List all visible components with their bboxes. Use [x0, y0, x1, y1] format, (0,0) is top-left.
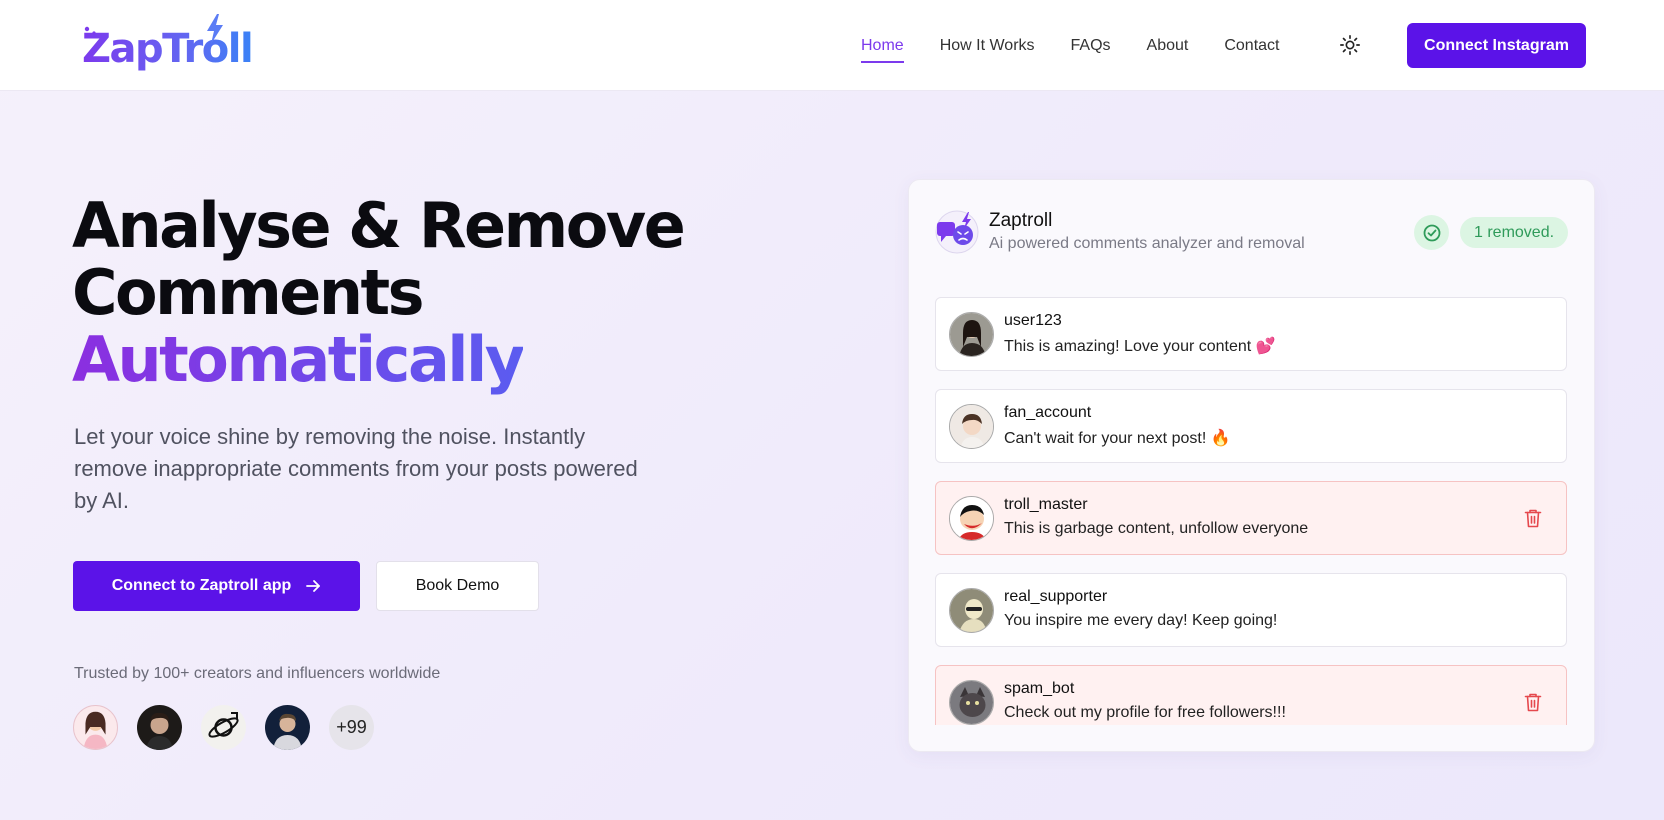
avatar — [949, 312, 994, 357]
sun-icon[interactable] — [1339, 34, 1361, 56]
sparkle-dots-icon — [84, 26, 96, 35]
comments-analyzer-card: Zaptroll Ai powered comments analyzer an… — [908, 179, 1595, 752]
nav-link-contact[interactable]: Contact — [1224, 29, 1279, 63]
comment-text: You inspire me every day! Keep going! — [1004, 612, 1278, 629]
trusted-text: Trusted by 100+ creators and influencers… — [74, 665, 441, 682]
comment-text: This is amazing! Love your content 💕 — [1004, 338, 1276, 355]
comment-username: troll_master — [1004, 496, 1088, 513]
nav-links: Home How It Works FAQs About Contact — [861, 0, 1315, 91]
avatar — [201, 705, 246, 750]
comment-text: Can't wait for your next post! 🔥 — [1004, 430, 1231, 447]
hero-subtitle: Let your voice shine by removing the noi… — [74, 424, 638, 513]
comment-username: spam_bot — [1004, 680, 1075, 697]
card-subtitle: Ai powered comments analyzer and removal — [989, 235, 1305, 252]
brand-name: ZapTroll — [82, 26, 254, 72]
hero-title: Analyse & Remove Comments Automatically — [72, 192, 772, 393]
comments-list: user123 This is amazing! Love your conte… — [935, 297, 1567, 725]
arrow-right-icon — [306, 580, 321, 592]
comment-item: real_supporter You inspire me every day!… — [935, 573, 1567, 647]
connect-instagram-button[interactable]: Connect Instagram — [1407, 23, 1586, 68]
connect-zaptroll-label: Connect to Zaptroll app — [111, 577, 292, 594]
book-demo-button[interactable]: Book Demo — [376, 561, 539, 611]
hero-title-highlight: Automatically — [72, 323, 525, 396]
comment-item-flagged: troll_master This is garbage content, un… — [935, 481, 1567, 555]
comment-item: fan_account Can't wait for your next pos… — [935, 389, 1567, 463]
check-circle-icon — [1414, 215, 1449, 250]
avatar — [73, 705, 118, 750]
card-title: Zaptroll — [989, 210, 1053, 231]
navbar: ZapTroll Home How It Works FAQs About Co… — [0, 0, 1664, 91]
avatar — [949, 404, 994, 449]
zaptroll-app-icon — [935, 210, 979, 254]
comment-username: fan_account — [1004, 404, 1092, 421]
comment-item-flagged: spam_bot Check out my profile for free f… — [935, 665, 1567, 725]
trash-icon[interactable] — [1524, 692, 1542, 712]
lightning-bolt-icon — [207, 14, 223, 44]
comment-username: real_supporter — [1004, 588, 1108, 605]
trash-icon[interactable] — [1524, 508, 1542, 528]
removed-status-badge: 1 removed. — [1460, 217, 1569, 248]
avatar — [949, 588, 994, 633]
nav-link-how-it-works[interactable]: How It Works — [940, 29, 1035, 63]
hero-title-line1: Analyse & Remove — [72, 189, 686, 262]
nav-link-faqs[interactable]: FAQs — [1071, 29, 1111, 63]
creator-avatars: +99 — [73, 705, 374, 750]
avatar — [949, 680, 994, 725]
avatar — [949, 496, 994, 541]
brand-logo[interactable]: ZapTroll — [82, 14, 254, 76]
nav-link-about[interactable]: About — [1147, 29, 1189, 63]
comment-item: user123 This is amazing! Love your conte… — [935, 297, 1567, 371]
comment-username: user123 — [1004, 312, 1062, 329]
hero-title-line2: Comments — [72, 256, 425, 329]
comment-text: Check out my profile for free followers!… — [1004, 704, 1286, 721]
connect-zaptroll-button[interactable]: Connect to Zaptroll app — [73, 561, 360, 611]
avatar — [265, 705, 310, 750]
more-creators-count: +99 — [329, 705, 374, 750]
nav-link-home[interactable]: Home — [861, 29, 904, 63]
avatar — [137, 705, 182, 750]
comment-text: This is garbage content, unfollow everyo… — [1004, 520, 1309, 537]
